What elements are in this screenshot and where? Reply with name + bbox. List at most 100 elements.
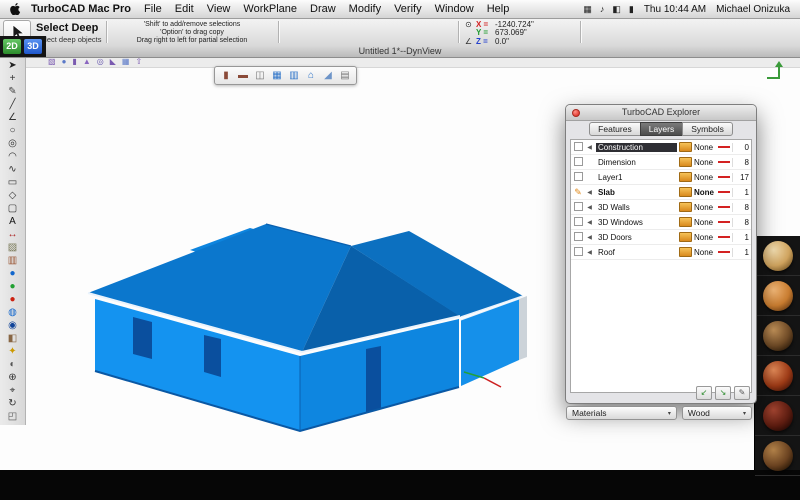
mode-3d-button[interactable]: 3D [24,39,42,54]
concentric-circle-tool-icon[interactable]: ◎ [2,137,24,150]
material-type-dropdown[interactable]: Wood ▾ [681,406,752,420]
layer-row-3d-doors[interactable]: ◀ 3D Doors None 1 [571,230,751,245]
pen-style-chip[interactable] [679,187,692,197]
torus-tool-icon[interactable]: ◍ [2,306,24,319]
light-tool-icon[interactable]: ✦ [2,345,24,358]
layer-visible-checkbox[interactable] [573,231,583,241]
layer-row-slab[interactable]: ✎ ◀ Slab None 1 [571,185,751,200]
arc-tool-icon[interactable]: ◠ [2,150,24,163]
layer-render-icon[interactable]: ◀ [585,204,594,211]
door-opening[interactable] [366,346,381,413]
layer-visible-checkbox[interactable] [573,216,583,226]
edit-layers-button[interactable]: ✎ [734,386,750,400]
airport-icon[interactable]: ◧ [612,4,621,15]
copy-to-layer-button[interactable]: ↘ [715,386,731,400]
orbit-tool-icon[interactable]: ↻ [2,397,24,410]
layer-row-3d-windows[interactable]: ◀ 3D Windows None 8 [571,215,751,230]
layer-row-3d-walls[interactable]: ◀ 3D Walls None 8 [571,200,751,215]
document-title-bar[interactable]: Untitled 1*--DynView [0,46,800,58]
layer-render-icon[interactable]: ◀ [585,234,594,241]
wall-tool-icon[interactable]: ▮ [219,69,233,82]
menubar-user[interactable]: Michael Onizuka [716,4,790,15]
door-tool-icon[interactable]: ◫ [253,69,267,82]
pen-style-chip[interactable] [679,157,692,167]
globe-tool-icon[interactable]: ◉ [2,319,24,332]
material-swatch-walnut[interactable] [755,316,800,356]
select-arrow-tool-icon[interactable]: ➤ [2,59,24,72]
3d-cylinder-icon[interactable]: ▮ [72,57,76,67]
3d-wedge-icon[interactable]: ◣ [110,57,116,67]
circle-tool-icon[interactable]: ○ [2,124,24,137]
3d-extrude-icon[interactable]: ⇧ [135,57,142,67]
pen-style-chip[interactable] [679,217,692,227]
material-swatch-honey-maple[interactable] [755,276,800,316]
camera-tool-icon[interactable]: ◐ [2,358,24,371]
send-to-layer-button[interactable]: ↙ [696,386,712,400]
window-grid-tool-icon[interactable]: ▥ [287,69,301,82]
hatch-tool-icon[interactable]: ▨ [2,241,24,254]
slab-tool-icon[interactable]: ◢ [321,69,335,82]
material-swatch-teak[interactable] [755,436,800,476]
layer-visible-checkbox[interactable] [573,171,583,181]
crosshair-tool-icon[interactable]: + [2,72,24,85]
roof-tool-icon[interactable]: ⌂ [304,69,318,82]
text-tool-icon[interactable]: A [2,215,24,228]
sphere-green-tool-icon[interactable]: ● [2,280,24,293]
layer-row-layer1[interactable]: Layer1 None 17 [571,170,751,185]
window-opening-1[interactable] [133,317,152,359]
pan-tool-icon[interactable]: ⌖ [2,384,24,397]
menu-modify[interactable]: Modify [349,3,381,15]
view-cube-tool-icon[interactable]: ◰ [2,410,24,423]
mode-2d-button[interactable]: 2D [3,39,21,54]
layer-row-dimension[interactable]: Dimension None 8 [571,155,751,170]
layer-visible-checkbox[interactable] [573,201,583,211]
menu-edit[interactable]: Edit [175,3,194,15]
zoom-tool-icon[interactable]: ⊕ [2,371,24,384]
3d-mesh-icon[interactable]: ▦ [122,57,130,67]
pen-style-chip[interactable] [679,202,692,212]
house-wing-slab-edge[interactable] [519,296,527,360]
materials-category-dropdown[interactable]: Materials ▾ [566,406,677,420]
pen-style-chip[interactable] [679,142,692,152]
material-swatch-light-oak[interactable] [755,236,800,276]
app-name[interactable]: TurboCAD Mac Pro [31,3,131,15]
polygon-tool-icon[interactable]: ◇ [2,189,24,202]
pen-style-chip[interactable] [679,172,692,182]
tab-features[interactable]: Features [589,122,641,136]
spline-tool-icon[interactable]: ∿ [2,163,24,176]
material-brush-tool-icon[interactable]: ◧ [2,332,24,345]
layer-row-construction[interactable]: ◀ Construction None 0 [571,140,751,155]
menu-window[interactable]: Window [435,3,474,15]
apple-menu-icon[interactable] [10,3,21,15]
menubar-clock[interactable]: Thu 10:44 AM [644,4,706,15]
layer-visible-checkbox[interactable] [573,141,583,151]
battery-icon[interactable]: ▮ [629,4,634,15]
3d-cone-icon[interactable]: ▲ [83,57,91,67]
material-swatch-dark-cherry[interactable] [755,396,800,436]
layer-render-icon[interactable]: ◀ [585,219,594,226]
pen-style-chip[interactable] [679,232,692,242]
3d-sphere-icon[interactable]: ● [62,57,67,67]
dimension-tool-icon[interactable]: ↔ [2,228,24,241]
menu-draw[interactable]: Draw [310,3,336,15]
explorer-title-bar[interactable]: TurboCAD Explorer [566,105,756,121]
wall-tool-icon[interactable]: ▥ [2,254,24,267]
window-opening-2[interactable] [204,335,221,377]
sphere-blue-tool-icon[interactable]: ● [2,267,24,280]
close-button[interactable] [572,109,580,117]
pen-tool-icon[interactable]: ✎ [2,85,24,98]
line-tool-icon[interactable]: ╱ [2,98,24,111]
layer-visible-checkbox[interactable] [573,156,583,166]
tab-symbols[interactable]: Symbols [682,122,733,136]
layer-visible-checkbox[interactable] [573,246,583,256]
layer-render-icon[interactable]: ◀ [585,249,594,256]
sphere-red-tool-icon[interactable]: ● [2,293,24,306]
layer-row-roof[interactable]: ◀ Roof None 1 [571,245,751,260]
polyline-tool-icon[interactable]: ∠ [2,111,24,124]
layer-render-icon[interactable]: ◀ [585,144,594,151]
menu-view[interactable]: View [207,3,231,15]
view-orientation-widget[interactable] [764,60,788,82]
material-swatch-mahogany[interactable] [755,356,800,396]
displays-icon[interactable]: ▦ [583,4,592,15]
window-tool-icon[interactable]: ▦ [270,69,284,82]
